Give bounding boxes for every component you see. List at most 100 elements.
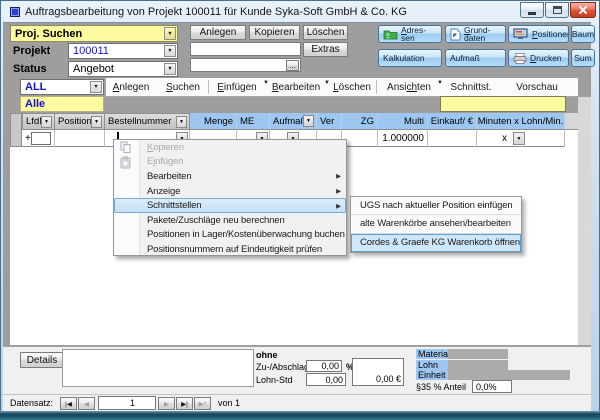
menu-item-label: Positionen in Lager/Kostenüberwachung bu…	[147, 229, 345, 240]
filter-dropdown-button[interactable]: ▼	[91, 116, 102, 128]
col-header-lfdn[interactable]: LfdN▼	[22, 113, 55, 130]
grunddaten-button[interactable]: Grund-daten	[445, 25, 506, 43]
row-selector-cell[interactable]	[10, 130, 22, 147]
col-header-position[interactable]: Position▼	[55, 113, 105, 130]
filter-dropdown-button[interactable]: ▼	[41, 116, 52, 128]
paste-icon	[120, 156, 132, 169]
menu-item-positionen-lager[interactable]: Positionen in Lager/Kostenüberwachung bu…	[114, 228, 346, 243]
col-header-ver[interactable]: Ver	[317, 113, 342, 130]
col-header-multi[interactable]: Multi	[378, 113, 428, 130]
loeschen-button[interactable]: Löschen	[303, 25, 348, 40]
proj-suchen-combo[interactable]: Proj. Suchen ▼	[10, 25, 178, 42]
col-header-filler	[565, 113, 578, 130]
window-bottom-frame	[0, 411, 600, 420]
menu-item-schnittstellen[interactable]: Schnittstellen ▶	[114, 198, 346, 213]
lfdn-input[interactable]	[31, 132, 51, 145]
menu-item-bearbeiten[interactable]: Bearbeiten ▶	[114, 169, 346, 184]
record-count-label: von 1	[218, 398, 240, 408]
col-header-me[interactable]: ME	[237, 113, 270, 130]
toolbar-loeschen[interactable]: Löschen	[331, 78, 373, 96]
toolbar-ansichten[interactable]: Ansichten	[384, 78, 434, 96]
browse-button[interactable]: ...	[286, 60, 299, 71]
last-record-button[interactable]: ▶|	[176, 397, 193, 410]
multi-value: 1.000000	[382, 133, 424, 144]
project-name-input[interactable]	[190, 42, 301, 56]
filter-dropdown-button[interactable]: ▼	[176, 116, 187, 128]
next-record-icon: ▶	[164, 400, 169, 408]
menu-item-pakete-zuschlaege[interactable]: Pakete/Zuschläge neu berechnen	[114, 213, 346, 228]
drucken-button[interactable]: Drucken	[508, 49, 569, 67]
lohn-eur-field[interactable]: 0,00 €	[352, 358, 404, 386]
toolbar-vorschau[interactable]: Vorschau	[513, 78, 561, 96]
anteil-input[interactable]: 0,0%	[472, 380, 512, 393]
close-button[interactable]	[570, 2, 596, 18]
aufmass-button[interactable]: Aufmaß	[445, 49, 506, 67]
col-header-menge[interactable]: Menge	[190, 113, 237, 130]
extras-button[interactable]: Extras	[303, 42, 348, 57]
col-header-zg[interactable]: ZG	[342, 113, 378, 130]
col-header-bestellnummer[interactable]: Bestellnummer▼	[105, 113, 190, 130]
maximize-button[interactable]	[545, 2, 569, 18]
status-dropdown-button[interactable]: ▼	[164, 63, 176, 75]
chevron-down-icon[interactable]: ▼	[324, 80, 330, 86]
cell-zg[interactable]	[342, 130, 378, 147]
proj-suchen-dropdown-button[interactable]: ▼	[164, 27, 176, 40]
submenu-item-ugs[interactable]: UGS nach aktueller Position einfügen	[351, 197, 521, 215]
zu-abschlag-value: 0,00	[321, 361, 339, 371]
application-window: Auftragsbearbeitung von Projekt 100011 f…	[0, 0, 600, 420]
sum-button[interactable]: Sum	[571, 49, 595, 67]
col-header-einkauf[interactable]: Einkauf/ €	[428, 113, 477, 130]
positionen-button[interactable]: Positionen	[508, 25, 569, 43]
chevron-down-icon: ▼	[517, 136, 522, 142]
anlegen-button[interactable]: Anlegen	[190, 25, 246, 40]
toolbar-suchen[interactable]: Suchen	[163, 78, 203, 96]
cell-multi[interactable]: 1.000000	[378, 130, 428, 147]
toolbar-einfuegen[interactable]: Einfügen	[214, 78, 260, 96]
cell-dropdown-button[interactable]: ▼	[513, 132, 525, 145]
chevron-down-icon[interactable]: ▼	[263, 80, 269, 86]
minimize-button[interactable]	[520, 2, 544, 18]
filter-all-dropdown-button[interactable]: ▼	[90, 81, 102, 93]
positionen-label: Positionen	[532, 29, 569, 39]
toolbar-einfuegen-label: Einfügen	[217, 82, 256, 93]
toolbar-loeschen-label: Löschen	[333, 82, 371, 93]
chevron-down-icon[interactable]: ▼	[437, 80, 443, 86]
anteil-value: 0,0%	[476, 382, 497, 392]
filter-dropdown-button[interactable]: ▼	[303, 115, 314, 127]
filter-all-combo[interactable]: ALL ▼	[20, 79, 104, 95]
document-icon	[450, 28, 461, 41]
expand-plus-icon[interactable]: +	[25, 133, 31, 144]
ohne-label: ohne	[256, 350, 278, 360]
first-record-button[interactable]: |◀	[60, 397, 77, 410]
toolbar-schnittst[interactable]: Schnittst.	[445, 78, 497, 96]
lohn-std-input[interactable]: 0,00	[306, 373, 346, 386]
submenu-item-alte-warenkoerbe[interactable]: alte Warenkörbe ansehen/bearbeiten	[351, 215, 521, 233]
col-header-aufmass[interactable]: Aufmaß▼	[270, 113, 317, 130]
col-header-minuten-lohn[interactable]: Minuten x Lohn/Min.	[477, 113, 565, 130]
project-info-input[interactable]: ...	[190, 58, 301, 72]
record-number-input[interactable]: 1	[98, 396, 156, 410]
cell-position[interactable]	[55, 130, 105, 147]
projekt-dropdown-button[interactable]: ▼	[164, 45, 176, 57]
new-record-button: ▶*	[194, 397, 211, 410]
zu-abschlag-input[interactable]: 0,00	[306, 360, 342, 372]
toolbar-anlegen[interactable]: Anlegen	[109, 78, 153, 96]
chevron-down-icon: ▼	[94, 119, 99, 125]
toolbar-bearbeiten[interactable]: Bearbeiten	[271, 78, 321, 96]
menu-item-label: Anzeige	[147, 186, 180, 197]
cell-einkauf[interactable]	[428, 130, 477, 147]
monitor-icon	[513, 28, 529, 40]
details-text-area[interactable]	[62, 349, 254, 387]
kopieren-button[interactable]: Kopieren	[249, 25, 300, 40]
baum-button[interactable]: Baum	[571, 25, 595, 43]
submenu-item-cordes-graefe[interactable]: Cordes & Graefe KG Warenkorb öffnen	[351, 234, 521, 252]
menu-item-anzeige[interactable]: Anzeige ▶	[114, 184, 346, 199]
kalkulation-button[interactable]: Kalkulation	[378, 49, 442, 67]
details-button[interactable]: Details	[20, 352, 64, 368]
adressen-button[interactable]: Adres-sen	[378, 25, 442, 43]
projekt-combo[interactable]: 100011 ▼	[68, 43, 178, 59]
status-combo[interactable]: Angebot ▼	[68, 61, 178, 77]
menu-item-positionsnummern[interactable]: Positionsnummern auf Eindeutigkeit prüfe…	[114, 242, 346, 257]
toolbar-suchen-label: Suchen	[166, 82, 200, 93]
col-label: Multi	[404, 116, 424, 127]
